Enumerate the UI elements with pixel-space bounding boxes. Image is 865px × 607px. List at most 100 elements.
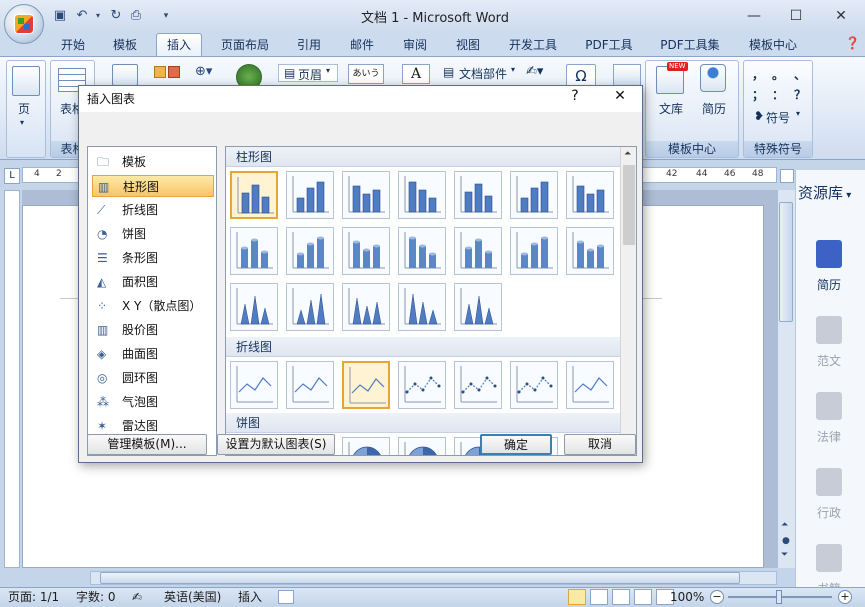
line-chart-type-thumb[interactable] [398, 361, 446, 409]
gallery-scrollbar[interactable]: ⏶ ⏷ [620, 147, 636, 455]
chart-category-item[interactable]: ◈ 曲面图 [92, 343, 214, 365]
tab-page-layout[interactable]: 页面布局 [214, 36, 276, 54]
web-layout-view-icon[interactable] [612, 589, 630, 605]
print-layout-view-icon[interactable] [568, 589, 586, 605]
tab-home[interactable]: 开始 [54, 36, 92, 54]
shapes-icon[interactable] [168, 66, 180, 78]
pie-chart-type-thumb[interactable] [398, 437, 446, 455]
column-chart-type-thumb[interactable] [398, 171, 446, 219]
tab-template-center[interactable]: 模板中心 [742, 36, 804, 54]
status-zoom-level[interactable]: 100% [670, 590, 704, 604]
clipart-icon[interactable] [154, 66, 166, 78]
chart-category-item[interactable]: ⁘ X Y（散点图） [92, 295, 214, 317]
symbol-colon[interactable]: ： [772, 86, 784, 103]
wordart-icon[interactable]: A [402, 64, 430, 84]
tab-insert[interactable]: 插入 [156, 33, 202, 57]
symbol-comma[interactable]: ， [752, 66, 764, 83]
symbol-period[interactable]: 。 [772, 66, 784, 83]
line-chart-type-thumb[interactable] [342, 361, 390, 409]
side-item-icon[interactable] [816, 316, 842, 344]
tab-references[interactable]: 引用 [290, 36, 328, 54]
macro-record-icon[interactable] [278, 590, 294, 604]
tab-pdf-toolset[interactable]: PDF工具集 [654, 36, 726, 54]
undo-dropdown-icon[interactable]: ▾ [90, 8, 106, 24]
cylinder-chart-type-thumb[interactable] [398, 227, 446, 275]
zoom-in-icon[interactable]: + [838, 590, 852, 604]
vertical-scroll-thumb[interactable] [779, 202, 793, 322]
manage-templates-button[interactable]: 管理模板(M)... [87, 434, 207, 455]
side-item-icon[interactable] [816, 468, 842, 496]
view-ruler-icon[interactable] [780, 169, 794, 183]
side-item-icon[interactable] [816, 392, 842, 420]
signature-icon[interactable]: ✍▾ [526, 64, 543, 79]
column-chart-type-thumb[interactable] [566, 171, 614, 219]
cone-chart-type-thumb[interactable] [230, 283, 278, 331]
horizontal-scroll-thumb[interactable] [100, 572, 740, 584]
redo-icon[interactable]: ↻ [108, 8, 124, 24]
cylinder-chart-type-thumb[interactable] [230, 227, 278, 275]
cone-chart-type-thumb[interactable] [398, 283, 446, 331]
picture-icon[interactable] [112, 64, 138, 86]
chart-category-item[interactable]: ◔ 饼图 [92, 223, 214, 245]
smartart-icon[interactable]: ⊕▾ [195, 64, 212, 79]
page-dropdown-icon[interactable]: ▾ [20, 118, 24, 127]
side-item-icon[interactable] [816, 544, 842, 572]
cylinder-chart-type-thumb[interactable] [286, 227, 334, 275]
dialog-help-icon[interactable]: ? [565, 88, 585, 104]
full-screen-view-icon[interactable] [590, 589, 608, 605]
outline-view-icon[interactable] [634, 589, 652, 605]
cancel-button[interactable]: 取消 [564, 434, 636, 455]
column-chart-type-thumb[interactable] [454, 171, 502, 219]
status-insert-mode[interactable]: 插入 [238, 590, 262, 604]
column-chart-type-thumb[interactable] [230, 171, 278, 219]
cone-chart-type-thumb[interactable] [286, 283, 334, 331]
prev-page-icon[interactable]: ⏶ [781, 520, 788, 530]
gallery-scroll-thumb[interactable] [623, 165, 635, 245]
cone-chart-type-thumb[interactable] [342, 283, 390, 331]
tab-template[interactable]: 模板 [106, 36, 144, 54]
spellcheck-icon[interactable]: ✍ [132, 590, 142, 604]
page-button-label[interactable]: 页 [18, 100, 30, 117]
cylinder-chart-type-thumb[interactable] [566, 227, 614, 275]
page-icon[interactable] [12, 66, 40, 96]
undo-icon[interactable]: ↶ [74, 8, 90, 24]
textbox-icon[interactable]: あいう [348, 64, 384, 84]
pie-chart-type-thumb[interactable] [342, 437, 390, 455]
dialog-close-icon[interactable]: ✕ [610, 88, 630, 104]
cylinder-chart-type-thumb[interactable] [342, 227, 390, 275]
resume-icon[interactable] [700, 64, 726, 92]
chart-category-item[interactable]: ◭ 面积图 [92, 271, 214, 293]
status-page-count[interactable]: 页面: 1/1 [8, 590, 59, 604]
symbol-bullet-icon[interactable]: ❥ [754, 109, 764, 123]
resource-panel-title[interactable]: 资源库 ▾ [798, 182, 851, 203]
scroll-up-icon[interactable]: ⏶ [624, 149, 631, 159]
symbol-question[interactable]: ？ [794, 86, 806, 103]
tab-view[interactable]: 视图 [449, 36, 487, 54]
cylinder-chart-type-thumb[interactable] [510, 227, 558, 275]
chart-category-item[interactable]: ⟋ 折线图 [92, 199, 214, 221]
tab-review[interactable]: 审阅 [396, 36, 434, 54]
ribbon-help-icon[interactable]: ❓ [845, 36, 860, 50]
line-chart-type-thumb[interactable] [230, 361, 278, 409]
tab-developer[interactable]: 开发工具 [502, 36, 564, 54]
tab-pdf-tools[interactable]: PDF工具 [580, 36, 638, 54]
resume-label[interactable]: 简历 [702, 100, 726, 117]
chart-category-item[interactable]: ☰ 条形图 [92, 247, 214, 269]
ok-button[interactable]: 确定 [480, 434, 552, 455]
tab-mailings[interactable]: 邮件 [343, 36, 381, 54]
side-item-label[interactable]: 范文 [800, 352, 858, 369]
side-item-label[interactable]: 简历 [800, 276, 858, 293]
minimize-button[interactable]: — [740, 6, 768, 26]
print-icon[interactable]: ⎙ [128, 8, 144, 24]
status-word-count[interactable]: 字数: 0 [76, 590, 116, 604]
zoom-slider-handle[interactable] [776, 590, 782, 604]
symbol-enum-comma[interactable]: 、 [794, 66, 806, 83]
close-button[interactable]: ✕ [827, 6, 855, 26]
library-label[interactable]: 文库 [659, 100, 683, 117]
chart-category-item[interactable]: 🗀 模板 [92, 151, 214, 173]
vertical-ruler[interactable] [4, 190, 20, 568]
chart-category-item[interactable]: ▥ 柱形图 [92, 175, 214, 197]
office-button[interactable] [4, 4, 44, 44]
line-chart-type-thumb[interactable] [454, 361, 502, 409]
column-chart-type-thumb[interactable] [510, 171, 558, 219]
